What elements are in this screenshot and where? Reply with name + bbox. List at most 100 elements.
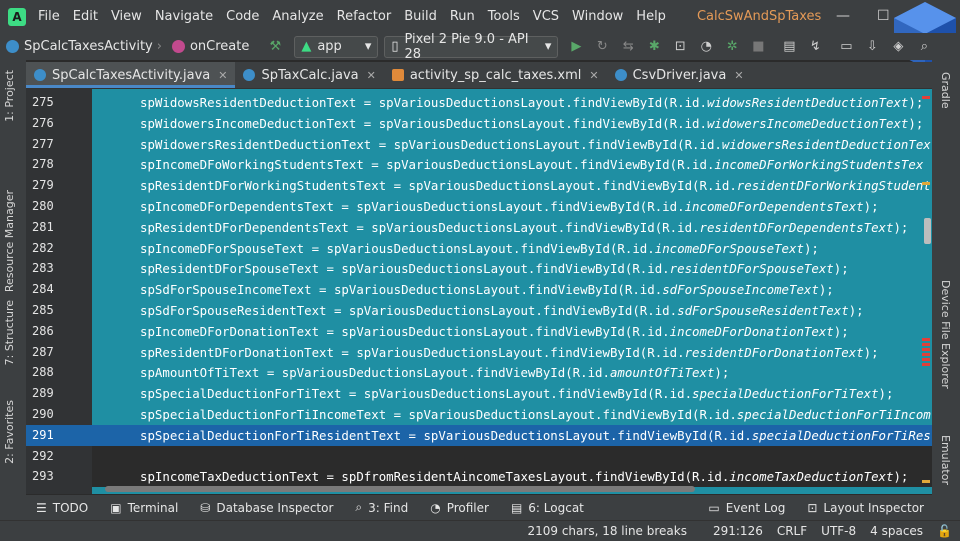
menu-file[interactable]: File [38,9,60,24]
code-line[interactable]: spIncomeDForDependentsText = spVariousDe… [92,196,932,217]
close-icon[interactable]: ✕ [589,69,598,82]
code-line[interactable]: spIncomeDFoWorkingStudentsText = spVario… [92,154,932,175]
file-encoding[interactable]: UTF-8 [821,524,856,538]
line-separator[interactable]: CRLF [777,524,807,538]
code-line[interactable]: spAmountOfTiText = spVariousDeductionsLa… [92,362,932,383]
build-hammer-icon[interactable]: ⚒ [267,39,283,55]
vertical-scrollbar-thumb[interactable] [924,218,931,244]
error-stripe-mark[interactable] [922,343,930,346]
debug-bug-icon[interactable]: ✱ [646,39,662,55]
sdk-manager-icon[interactable]: ⇩ [864,39,880,55]
gradle-sync-icon[interactable]: ↯ [807,39,823,55]
avd-manager-icon[interactable]: ▭ [838,39,854,55]
menu-analyze[interactable]: Analyze [272,9,323,24]
minimize-button[interactable]: — [836,8,850,24]
menu-navigate[interactable]: Navigate [155,9,213,24]
breadcrumb-class[interactable]: SpCalcTaxesActivity [0,39,153,54]
menu-build[interactable]: Build [404,9,437,24]
device-select[interactable]: ▯ Pixel 2 Pie 9.0 - API 28 ▾ [384,32,559,62]
close-icon[interactable]: ✕ [734,69,743,82]
tool-find[interactable]: ⌕ 3: Find [355,500,408,515]
breadcrumb-method[interactable]: onCreate [166,39,249,54]
code-line[interactable]: spResidentDForDonationText = spVariousDe… [92,342,932,363]
tool-emulator[interactable]: Emulator [939,435,952,485]
sdk-icon[interactable]: ◈ [890,39,906,55]
menu-refactor[interactable]: Refactor [337,9,392,24]
error-stripe-mark[interactable] [922,358,930,361]
code-editor[interactable]: spWidowsResidentDeductionText = spVariou… [92,89,932,494]
tab-activity-xml[interactable]: activity_sp_calc_taxes.xml ✕ [384,62,607,88]
warning-stripe-mark[interactable] [922,480,930,483]
menu-tools[interactable]: Tools [488,9,520,24]
run-play-icon[interactable]: ▶ [568,39,584,55]
code-line[interactable]: spResidentDForSpouseText = spVariousDedu… [92,258,932,279]
code-line[interactable] [92,445,932,467]
tool-logcat[interactable]: ▤ 6: Logcat [511,501,584,515]
tool-project[interactable]: 1: Project [3,70,16,122]
code-line[interactable]: spWidowersIncomeDeductionText = spVariou… [92,113,932,134]
code-line[interactable]: spWidowersResidentDeductionText = spVari… [92,134,932,155]
terminal-icon: ▣ [110,500,122,515]
lock-icon[interactable]: 🔓 [937,524,952,538]
attach-debugger-icon[interactable]: ⊡ [672,39,688,55]
code-line[interactable]: spSdForSpouseResidentText = spVariousDed… [92,300,932,321]
tab-csvdriver[interactable]: CsvDriver.java ✕ [607,62,752,88]
tool-event-log[interactable]: ▭ Event Log [708,501,785,515]
code-line[interactable]: spIncomeDForDonationText = spVariousDedu… [92,321,932,342]
tool-device-file-explorer[interactable]: Device File Explorer [939,280,952,389]
tool-resource-manager[interactable]: Resource Manager [3,190,16,292]
code-line[interactable]: spWidowsResidentDeductionText = spVariou… [92,92,932,113]
maximize-button[interactable]: ☐ [877,8,890,24]
code-statement: spResidentDForWorkingStudentsText = spVa… [140,178,737,194]
run-config-select[interactable]: ▲ app ▾ [294,35,379,58]
profiler-gauge-icon[interactable]: ◔ [698,39,714,55]
tool-favorites[interactable]: 2: Favorites [3,400,16,464]
menu-help[interactable]: Help [636,9,666,24]
error-stripe-mark[interactable] [922,96,930,99]
code-text: spSpecialDeductionForTiText = spVariousD… [140,383,893,404]
close-icon[interactable]: ✕ [218,69,227,82]
tool-layout-inspector[interactable]: ⊡ Layout Inspector [807,501,924,515]
code-line[interactable]: spResidentDForDependentsText = spVarious… [92,217,932,238]
menu-edit[interactable]: Edit [73,9,98,24]
menu-run[interactable]: Run [450,9,475,24]
code-line[interactable]: spSpecialDeductionForTiResidentText = sp… [92,424,932,446]
tool-profiler[interactable]: ◔ Profiler [430,501,489,515]
error-stripe-mark[interactable] [922,363,930,366]
stop-icon[interactable]: ■ [750,39,766,55]
tab-sptaxcalc[interactable]: SpTaxCalc.java ✕ [235,62,383,88]
java-class-icon [614,69,627,81]
tool-todo[interactable]: ☰ TODO [36,501,88,515]
tab-spcalctaxesactivity[interactable]: SpCalcTaxesActivity.java ✕ [26,62,236,88]
warning-stripe-mark[interactable] [922,182,930,185]
code-line[interactable]: spSdForSpouseIncomeText = spVariousDeduc… [92,279,932,300]
error-stripe-mark[interactable] [922,353,930,356]
error-stripe-mark[interactable] [922,338,930,341]
code-line[interactable]: spResidentDForWorkingStudentsText = spVa… [92,175,932,196]
code-text: spSpecialDeductionForTiResidentText = sp… [140,425,931,446]
apply-changes-icon[interactable]: ↻ [594,39,610,55]
debug-attach-icon[interactable]: ✲ [724,39,740,55]
error-stripe-mark[interactable] [922,348,930,351]
menu-window[interactable]: Window [572,9,623,24]
code-line[interactable]: spIncomeDForSpouseText = spVariousDeduct… [92,238,932,259]
apply-code-changes-icon[interactable]: ⇆ [620,39,636,55]
code-line[interactable]: spSpecialDeductionForTiIncomeText = spVa… [92,404,932,425]
search-icon[interactable]: ⌕ [916,39,932,55]
tool-terminal[interactable]: ▣ Terminal [110,501,178,515]
tool-structure[interactable]: 7: Structure [3,300,16,365]
indent-setting[interactable]: 4 spaces [870,524,923,538]
horizontal-scrollbar-thumb[interactable] [105,486,695,492]
tool-gradle[interactable]: Gradle [939,72,952,109]
caret-position[interactable]: 291:126 [713,524,763,538]
menu-vcs[interactable]: VCS [533,9,559,24]
code-line[interactable]: spSpecialDeductionForTiText = spVariousD… [92,383,932,404]
code-line[interactable]: spIncomeTaxDeductionText = spDfromReside… [92,466,932,488]
menu-code[interactable]: Code [226,9,259,24]
tool-label: TODO [52,500,89,515]
menu-view[interactable]: View [111,9,142,24]
line-number: 290 [32,407,54,421]
close-icon[interactable]: ✕ [367,69,376,82]
project-structure-icon[interactable]: ▤ [781,39,797,55]
tool-database-inspector[interactable]: ⛁ Database Inspector [200,501,333,515]
